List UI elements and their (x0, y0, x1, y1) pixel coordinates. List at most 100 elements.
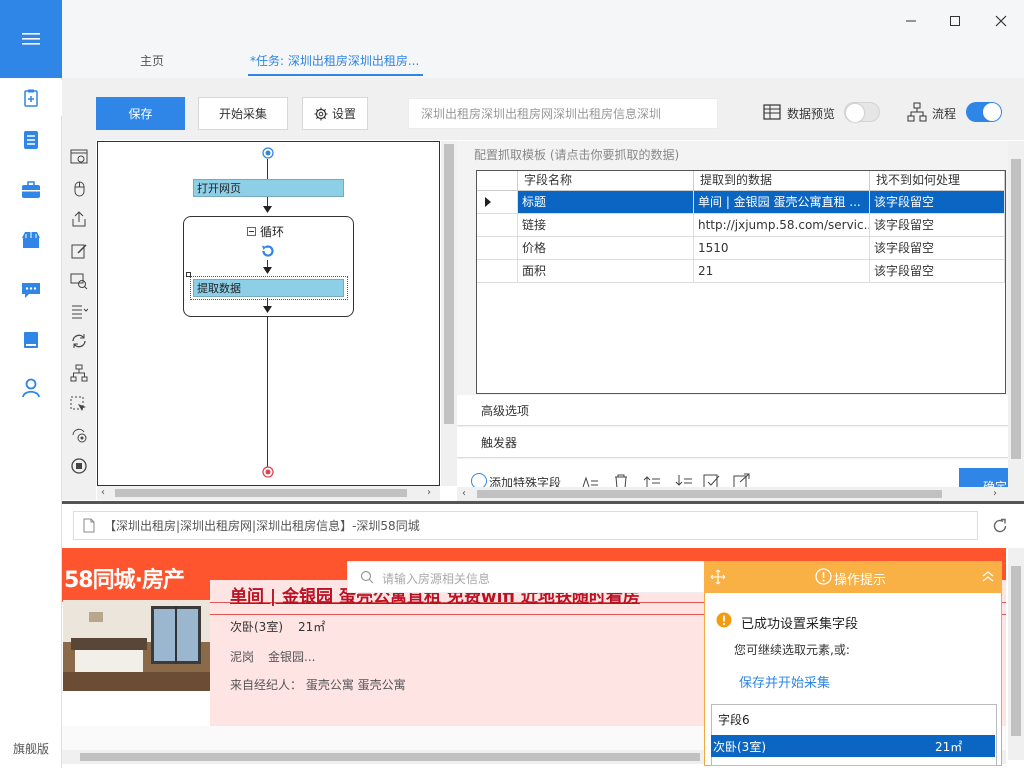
settings-button[interactable]: 设置 (302, 97, 368, 130)
field-name-cell[interactable]: 标题 (518, 191, 694, 214)
mouse-hover-tool-icon[interactable] (66, 394, 92, 416)
tutorial-book-icon[interactable] (0, 322, 62, 358)
selected-value-number: 21㎡ (935, 740, 963, 754)
user-icon[interactable] (0, 370, 62, 406)
connector (267, 317, 268, 467)
panel-horizontal-scrollbar[interactable]: ‹ › (457, 487, 1008, 501)
trigger-row[interactable]: 触发器 (457, 427, 1008, 458)
move-down-icon[interactable] (675, 473, 693, 487)
message-icon[interactable] (0, 272, 62, 308)
captcha-tool-icon[interactable] (66, 270, 92, 292)
move-icon[interactable] (710, 569, 726, 585)
edit-field-icon[interactable] (581, 473, 599, 487)
sidebar: 旗舰版 (0, 0, 62, 768)
flow-label: 流程 (932, 107, 957, 121)
toolbox-icon[interactable] (0, 172, 62, 208)
title-bar (62, 0, 1024, 78)
field-value-cell[interactable]: 21 (694, 260, 870, 283)
room-type: 次卧(3室) (230, 620, 283, 634)
field-name-cell[interactable]: 价格 (518, 237, 694, 260)
page-title: 【深圳出租房|深圳出租房网|深圳出租房信息】-深圳58同城 (104, 519, 420, 533)
task-list-icon[interactable] (0, 122, 62, 158)
info-icon (815, 568, 832, 585)
canvas-vertical-scrollbar[interactable] (441, 141, 457, 486)
field-name-cell[interactable]: 链接 (518, 214, 694, 237)
start-collect-button[interactable]: 开始采集 (198, 97, 288, 130)
extract-data-node[interactable]: 提取数据 (193, 279, 344, 297)
new-task-icon[interactable] (0, 80, 62, 116)
tab-task[interactable]: *任务: 深圳出租房深圳出租房... (250, 52, 419, 69)
field-name-cell[interactable]: 面积 (518, 260, 694, 283)
switch-iframe-tool-icon[interactable] (66, 424, 92, 446)
row-selector[interactable] (477, 237, 518, 260)
click-element-tool-icon[interactable] (66, 178, 92, 200)
refresh-icon[interactable] (992, 518, 1008, 534)
input-text-tool-icon[interactable] (66, 240, 92, 262)
address-bar[interactable]: 【深圳出租房|深圳出租房网|深圳出租房信息】-深圳58同城 (73, 511, 978, 540)
continue-hint: 您可继续选取元素,或: (734, 643, 850, 657)
edition-label: 旗舰版 (12, 742, 49, 756)
save-and-start-link[interactable]: 保存并开始采集 (739, 672, 830, 691)
stop-tool-icon[interactable] (66, 455, 92, 477)
row-selector[interactable] (477, 214, 518, 237)
column-header-name[interactable]: 字段名称 (518, 171, 694, 191)
field-missing-cell[interactable]: 该字段留空 (870, 214, 1005, 237)
tip-header-title: 操作提示 (834, 573, 887, 588)
open-page-node[interactable]: 打开网页 (193, 179, 344, 197)
menu-icon[interactable] (0, 0, 62, 78)
agent-info: 来自经纪人： 蛋壳公寓 蛋壳公寓 (230, 678, 406, 692)
field-name-label: 字段6 (718, 713, 750, 727)
data-preview-toggle[interactable] (844, 102, 880, 122)
estate[interactable]: 金银园... (268, 648, 315, 665)
minimize-icon[interactable] (896, 8, 926, 34)
collapse-icon[interactable] (247, 227, 256, 236)
field-missing-cell[interactable]: 该字段留空 (870, 260, 1005, 283)
export-icon[interactable] (733, 473, 751, 487)
start-node-icon (262, 147, 274, 159)
add-icon[interactable] (471, 473, 487, 487)
field-action-bar: 添加特殊字段 确定 (457, 459, 1008, 487)
add-field-label[interactable]: 添加特殊字段 (489, 474, 561, 487)
store-icon[interactable] (0, 222, 62, 258)
select-dropdown-tool-icon[interactable] (66, 300, 92, 322)
field-missing-cell[interactable]: 该字段留空 (870, 237, 1005, 260)
field-missing-cell[interactable]: 该字段留空 (870, 191, 1005, 214)
flow-toggle[interactable] (966, 102, 1002, 122)
advanced-options-row[interactable]: 高级选项 (457, 395, 1008, 426)
row-selector[interactable] (477, 260, 518, 283)
delete-icon[interactable] (613, 473, 629, 487)
column-header-value[interactable]: 提取到的数据 (694, 171, 870, 191)
field-value-cell[interactable]: 单间 | 金银园 蛋壳公寓直租 ... (694, 191, 870, 214)
end-node-icon (262, 466, 274, 478)
field-value-cell[interactable]: http://jxjump.58.com/servic... (694, 214, 870, 237)
site-logo[interactable]: 58同城·房产 (64, 562, 185, 594)
arrow-down-icon (263, 206, 272, 213)
open-page-tool-icon[interactable] (66, 146, 92, 168)
advanced-options-label: 高级选项 (481, 404, 530, 418)
field-value-cell[interactable]: 1510 (694, 237, 870, 260)
listing-photo[interactable] (63, 600, 210, 691)
task-title-field[interactable]: 深圳出租房深圳出租房网深圳出租房信息深圳 (408, 98, 718, 129)
selected-value-row[interactable]: 次卧(3室) 21㎡ (711, 735, 995, 757)
loop-tool-icon[interactable] (66, 330, 92, 352)
row-selector-icon[interactable] (477, 191, 518, 214)
condition-tool-icon[interactable] (66, 362, 92, 384)
column-header-missing[interactable]: 找不到如何处理 (870, 171, 1005, 191)
page-icon (83, 518, 95, 533)
warning-icon (716, 612, 732, 628)
resize-handle[interactable] (186, 272, 191, 277)
page-vertical-scrollbar[interactable] (1008, 548, 1024, 760)
confirm-button[interactable]: 确定 (959, 468, 1008, 487)
collapse-up-icon[interactable] (982, 570, 994, 582)
panel-vertical-scrollbar[interactable] (1008, 141, 1024, 501)
search-input[interactable]: 请输入房源相关信息 (347, 561, 707, 593)
canvas-horizontal-scrollbar[interactable]: ‹ › (97, 486, 440, 500)
save-button[interactable]: 保存 (96, 97, 185, 130)
tab-home[interactable]: 主页 (140, 52, 164, 69)
close-icon[interactable] (986, 8, 1016, 34)
district[interactable]: 泥岗 (230, 648, 254, 665)
upload-tool-icon[interactable] (66, 208, 92, 230)
maximize-icon[interactable] (940, 8, 970, 34)
customize-field-icon[interactable] (703, 473, 721, 487)
move-up-icon[interactable] (643, 473, 661, 487)
